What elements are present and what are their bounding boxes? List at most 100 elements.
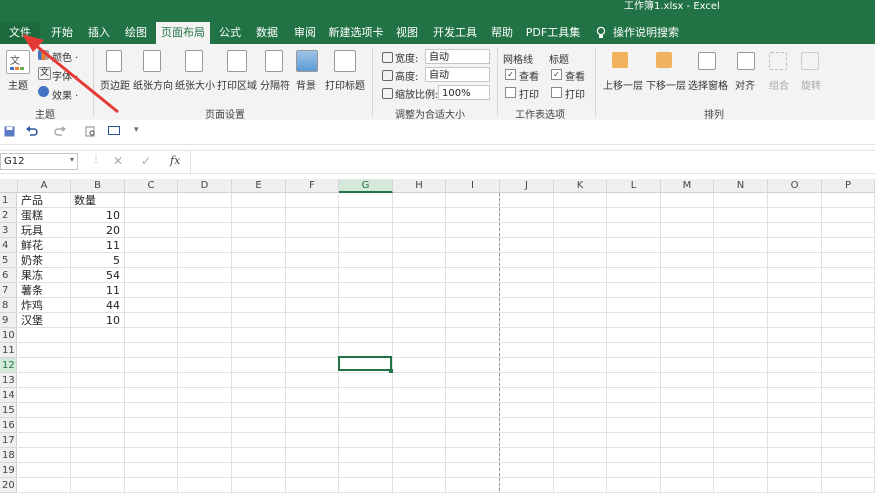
column-header-d[interactable]: D	[178, 179, 232, 193]
tab-review[interactable]: 审阅	[287, 22, 323, 44]
tab-new-tab[interactable]: 新建选项卡	[326, 22, 386, 44]
tab-insert[interactable]: 插入	[81, 22, 117, 44]
customize-qat-icon[interactable]: ▾	[134, 125, 139, 135]
tab-draw[interactable]: 绘图	[118, 22, 154, 44]
enter-icon[interactable]: ✓	[141, 154, 151, 168]
width-dropdown[interactable]: 自动	[425, 49, 490, 64]
breaks-button[interactable]: 分隔符	[260, 77, 290, 92]
fill-handle[interactable]	[389, 369, 393, 373]
headings-view-checkbox[interactable]: ✓	[551, 69, 562, 80]
cell-b2[interactable]: 10	[74, 208, 120, 223]
cell-b4[interactable]: 11	[74, 238, 120, 253]
column-header-h[interactable]: H	[393, 179, 446, 193]
align-button[interactable]: 对齐	[735, 77, 755, 92]
tab-data[interactable]: 数据	[249, 22, 285, 44]
row-header-17[interactable]: 17	[0, 433, 17, 448]
cell-b6[interactable]: 54	[74, 268, 120, 283]
row-header-3[interactable]: 3	[0, 223, 17, 238]
worksheet-grid[interactable]: A B C D E F G H I J K L M N O P 1 2 3 4 5 6 7 8 9 10 11 12 13 14 15 16 1…	[0, 179, 875, 493]
selection-pane-button[interactable]: 选择窗格	[688, 77, 728, 92]
column-header-c[interactable]: C	[125, 179, 178, 193]
tab-file[interactable]: 文件	[0, 22, 40, 44]
group-objects-button[interactable]: 组合	[769, 77, 789, 92]
row-header-18[interactable]: 18	[0, 448, 17, 463]
row-header-16[interactable]: 16	[0, 418, 17, 433]
active-cell-g12[interactable]	[338, 356, 392, 371]
row-header-9[interactable]: 9	[0, 313, 17, 328]
column-header-k[interactable]: K	[554, 179, 607, 193]
tell-me-search[interactable]: 操作说明搜索	[612, 22, 680, 44]
themes-button[interactable]: 主题	[8, 77, 28, 92]
column-header-m[interactable]: M	[661, 179, 714, 193]
row-header-14[interactable]: 14	[0, 388, 17, 403]
cell-a7[interactable]: 薯条	[21, 283, 66, 298]
cell-a2[interactable]: 蛋糕	[21, 208, 66, 223]
cell-a1[interactable]: 产品	[21, 193, 66, 208]
colors-button[interactable]: 颜色 ·	[52, 49, 78, 64]
column-header-f[interactable]: F	[286, 179, 339, 193]
column-header-g[interactable]: G	[339, 179, 393, 193]
orientation-button[interactable]: 纸张方向	[133, 77, 173, 92]
column-header-j[interactable]: J	[500, 179, 554, 193]
name-box[interactable]: G12	[0, 153, 78, 170]
page-size-button[interactable]: 纸张大小	[175, 77, 215, 92]
name-box-dropdown-icon[interactable]: ▾	[70, 155, 74, 164]
row-header-15[interactable]: 15	[0, 403, 17, 418]
column-header-p[interactable]: P	[822, 179, 875, 193]
cell-b5[interactable]: 5	[74, 253, 120, 268]
tab-formulas[interactable]: 公式	[212, 22, 248, 44]
cell-a5[interactable]: 奶茶	[21, 253, 66, 268]
column-header-l[interactable]: L	[607, 179, 661, 193]
column-header-i[interactable]: I	[446, 179, 500, 193]
column-header-a[interactable]: A	[18, 179, 71, 193]
tab-pdf-tools[interactable]: PDF工具集	[522, 22, 584, 44]
margins-button[interactable]: 页边距	[100, 77, 130, 92]
row-header-10[interactable]: 10	[0, 328, 17, 343]
cell-a6[interactable]: 果冻	[21, 268, 66, 283]
redo-icon[interactable]	[54, 126, 66, 137]
send-backward-button[interactable]: 下移一层	[646, 77, 686, 92]
save-icon[interactable]	[4, 126, 15, 137]
row-header-19[interactable]: 19	[0, 463, 17, 478]
gridlines-view-checkbox[interactable]: ✓	[505, 69, 516, 80]
row-header-2[interactable]: 2	[0, 208, 17, 223]
screen-icon[interactable]	[108, 126, 120, 137]
insert-function-icon[interactable]: fx	[170, 154, 180, 167]
cancel-icon[interactable]: ✕	[113, 154, 123, 168]
cell-a9[interactable]: 汉堡	[21, 313, 66, 328]
background-button[interactable]: 背景	[296, 77, 316, 92]
bring-forward-button[interactable]: 上移一层	[603, 77, 643, 92]
row-header-5[interactable]: 5	[0, 253, 17, 268]
effects-button[interactable]: 效果 ·	[52, 87, 78, 102]
height-dropdown[interactable]: 自动	[425, 67, 490, 82]
undo-icon[interactable]	[26, 126, 38, 137]
cell-a4[interactable]: 鲜花	[21, 238, 66, 253]
row-header-8[interactable]: 8	[0, 298, 17, 313]
gridlines-print-checkbox[interactable]	[505, 87, 516, 98]
cell-b1[interactable]: 数量	[74, 193, 120, 208]
print-preview-icon[interactable]	[85, 126, 96, 137]
cell-b7[interactable]: 11	[74, 283, 120, 298]
cell-b8[interactable]: 44	[74, 298, 120, 313]
column-header-o[interactable]: O	[768, 179, 822, 193]
tab-view[interactable]: 视图	[389, 22, 425, 44]
column-header-n[interactable]: N	[714, 179, 768, 193]
tab-home[interactable]: 开始	[44, 22, 80, 44]
select-all-corner[interactable]	[0, 179, 18, 193]
row-header-6[interactable]: 6	[0, 268, 17, 283]
rotate-button[interactable]: 旋转	[801, 77, 821, 92]
row-header-1[interactable]: 1	[0, 193, 17, 208]
cell-b3[interactable]: 20	[74, 223, 120, 238]
cell-a8[interactable]: 炸鸡	[21, 298, 66, 313]
tab-help[interactable]: 帮助	[484, 22, 520, 44]
fonts-button[interactable]: 字体 ·	[52, 68, 78, 83]
print-area-button[interactable]: 打印区域	[217, 77, 257, 92]
tab-page-layout[interactable]: 页面布局	[156, 22, 210, 44]
headings-print-checkbox[interactable]	[551, 87, 562, 98]
tab-developer[interactable]: 开发工具	[428, 22, 482, 44]
row-header-4[interactable]: 4	[0, 238, 17, 253]
row-header-12[interactable]: 12	[0, 358, 17, 373]
column-header-e[interactable]: E	[232, 179, 286, 193]
cell-a3[interactable]: 玩具	[21, 223, 66, 238]
scale-spinner[interactable]: 100%	[438, 85, 490, 100]
